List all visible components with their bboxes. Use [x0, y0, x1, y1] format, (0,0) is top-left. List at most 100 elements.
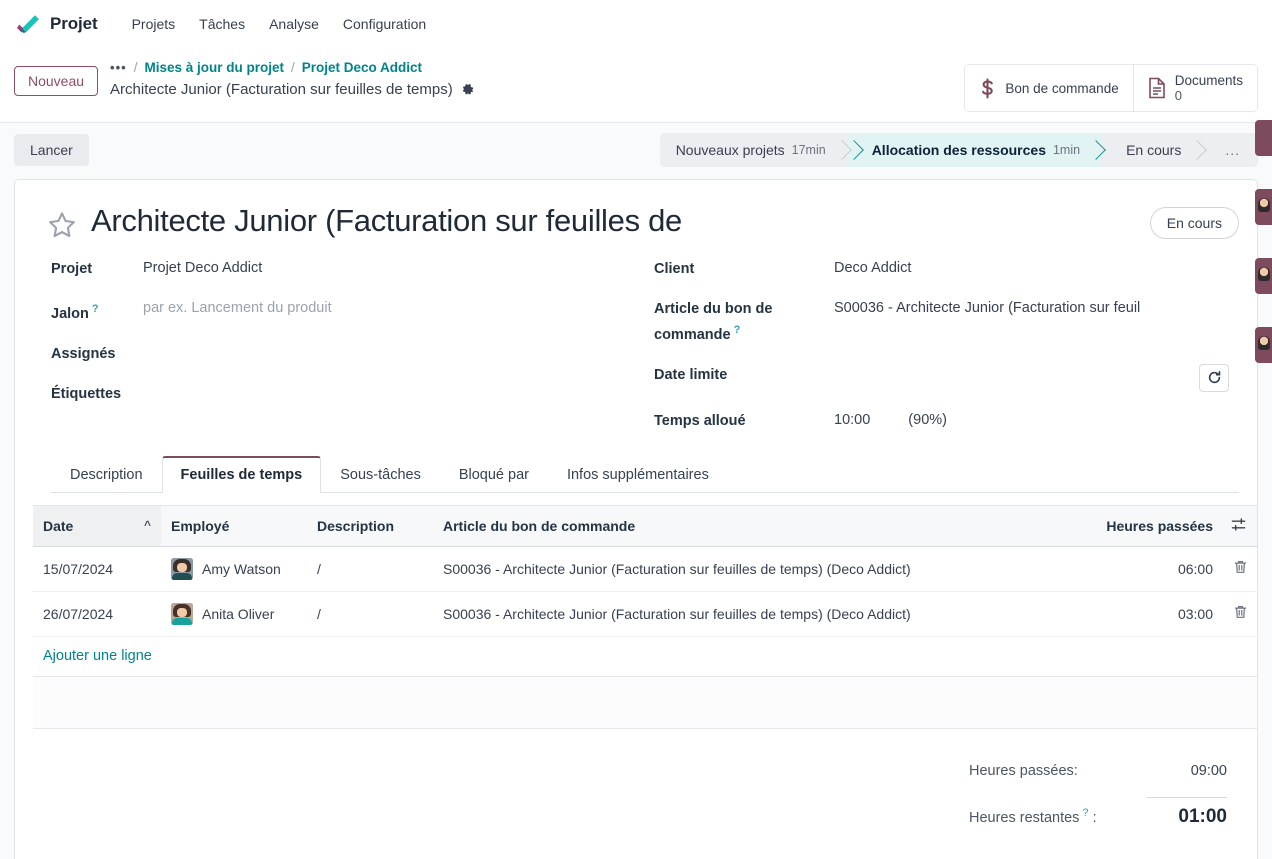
tab-infos-supplementaires[interactable]: Infos supplémentaires	[548, 456, 728, 493]
total-hours-remaining-row: Heures restantes? : 01:00	[969, 787, 1227, 836]
tab-feuilles-de-temps[interactable]: Feuilles de temps	[161, 455, 322, 493]
sheet-wrapper: Architecte Junior (Facturation sur feuil…	[0, 179, 1272, 859]
totals-box: Heures passées: 09:00 Heures restantes? …	[969, 755, 1227, 836]
total-hours-remaining-suffix: :	[1092, 809, 1097, 826]
employee-avatar	[171, 602, 193, 625]
cell-description[interactable]: /	[307, 591, 433, 637]
field-jalon-input[interactable]: par ex. Lancement du produit	[143, 298, 640, 319]
cell-hours[interactable]: 03:00	[1083, 591, 1223, 637]
field-client-label: Client	[654, 261, 695, 277]
breadcrumb-links: ••• / Mises à jour du projet / Projet De…	[110, 58, 475, 78]
help-icon-sale-order-line[interactable]: ?	[734, 324, 741, 336]
top-navbar: Projet Projets Tâches Analyse Configurat…	[0, 0, 1272, 48]
stat-button-documents[interactable]: Documents 0	[1134, 65, 1257, 111]
start-button[interactable]: Lancer	[14, 134, 89, 166]
column-options-button[interactable]	[1223, 504, 1257, 547]
delete-row-button[interactable]	[1223, 591, 1257, 637]
app-name[interactable]: Projet	[50, 14, 98, 34]
add-line-button[interactable]: Ajouter une ligne	[43, 648, 152, 664]
breadcrumb-overflow-icon[interactable]: •••	[110, 58, 127, 78]
cell-hours[interactable]: 06:00	[1083, 546, 1223, 592]
gear-icon[interactable]	[461, 83, 475, 97]
page-title: Architecte Junior (Facturation sur feuil…	[91, 203, 682, 238]
field-sale-order-line-value[interactable]: S00036 - Architecte Junior (Facturation …	[834, 298, 1229, 319]
cell-sale-line[interactable]: S00036 - Architecte Junior (Facturation …	[433, 546, 1083, 592]
timesheet-table: Date ^ Employé Description Article du bo…	[33, 504, 1257, 729]
status-badge[interactable]: En cours	[1149, 207, 1239, 239]
stage-nouveaux-projets-time: 17min	[791, 143, 826, 157]
help-icon-jalon[interactable]: ?	[92, 303, 99, 315]
breadcrumb-separator-2: /	[291, 60, 295, 75]
stat-button-group: Bon de commande Documents 0	[964, 64, 1258, 112]
odoo-check-logo-icon[interactable]	[14, 10, 42, 38]
field-jalon: Jalon? par ex. Lancement du produit	[51, 298, 640, 325]
employee-avatar	[171, 557, 193, 580]
stat-button-sale-order[interactable]: Bon de commande	[965, 65, 1134, 111]
field-projet-label: Projet	[51, 261, 93, 277]
cell-sale-line[interactable]: S00036 - Architecte Junior (Facturation …	[433, 591, 1083, 637]
field-date-limite: Date limite	[654, 363, 1229, 392]
tab-sous-taches[interactable]: Sous-tâches	[321, 456, 440, 493]
cell-employee[interactable]: Anita Oliver	[161, 591, 307, 637]
cell-employee-name: Anita Oliver	[202, 605, 275, 622]
stage-allocation-des-ressources[interactable]: Allocation des ressources 1min	[847, 133, 1103, 167]
column-header-description[interactable]: Description	[307, 504, 433, 547]
cell-employee[interactable]: Amy Watson	[161, 546, 307, 592]
timesheet-table-head: Date ^ Employé Description Article du bo…	[33, 504, 1257, 547]
cell-employee-name: Amy Watson	[202, 560, 281, 577]
tab-bloque-par[interactable]: Bloqué par	[440, 456, 548, 493]
field-client-value[interactable]: Deco Addict	[834, 258, 1229, 279]
field-client: Client Deco Addict	[654, 258, 1229, 280]
notebook: Description Feuilles de temps Sous-tâche…	[33, 455, 1257, 836]
table-row[interactable]: 26/07/2024 Anita Oliver / S00036 - Archi…	[33, 591, 1257, 637]
star-icon[interactable]	[47, 210, 77, 240]
record-title-row: Architecte Junior (Facturation sur feuil…	[33, 202, 1239, 240]
menu-item-analyse[interactable]: Analyse	[257, 10, 331, 38]
employee-cell: Amy Watson	[171, 557, 297, 580]
menu-item-configuration[interactable]: Configuration	[331, 10, 438, 38]
stat-button-sale-order-label: Bon de commande	[1005, 80, 1119, 96]
refresh-button[interactable]	[1199, 363, 1229, 392]
menu-item-taches[interactable]: Tâches	[187, 10, 257, 38]
stat-button-documents-text: Documents 0	[1175, 73, 1243, 103]
chatter-follower-avatar-1[interactable]	[1255, 189, 1272, 225]
cell-date[interactable]: 26/07/2024	[33, 591, 161, 637]
delete-row-button[interactable]	[1223, 546, 1257, 592]
stage-allocation-des-ressources-label: Allocation des ressources	[871, 142, 1046, 158]
stat-button-sale-order-text: Bon de commande	[1005, 81, 1118, 96]
field-projet: Projet Projet Deco Addict	[51, 258, 640, 280]
table-row[interactable]: 15/07/2024 Amy Watson / S00036 - Archite…	[33, 546, 1257, 592]
field-sale-order-line-label: Article du bon de commande?	[654, 298, 834, 346]
field-temps-alloue-value[interactable]: 10:00	[834, 410, 870, 431]
stage-en-cours[interactable]: En cours	[1102, 133, 1203, 167]
field-projet-value[interactable]: Projet Deco Addict	[143, 258, 640, 279]
help-icon-remaining-hours[interactable]: ?	[1082, 807, 1088, 819]
column-header-date[interactable]: Date ^	[33, 504, 161, 547]
column-header-sale-line[interactable]: Article du bon de commande	[433, 504, 1083, 547]
field-jalon-label-text: Jalon	[51, 305, 89, 322]
cell-description[interactable]: /	[307, 546, 433, 592]
stage-more-button[interactable]: ...	[1203, 133, 1258, 167]
field-etiquettes: Étiquettes	[51, 383, 640, 405]
field-temps-alloue-value-group: 10:00 (90%)	[834, 410, 1229, 431]
dollar-icon	[979, 77, 996, 99]
column-header-hours[interactable]: Heures passées	[1083, 504, 1223, 547]
field-assignes-label: Assignés	[51, 345, 116, 362]
field-column-right: Client Deco Addict Article du bon de com…	[640, 258, 1229, 450]
trash-icon	[1234, 606, 1246, 619]
table-filler-cell	[33, 676, 1257, 729]
timesheet-totals: Heures passées: 09:00 Heures restantes? …	[51, 729, 1239, 836]
breadcrumb-link-project[interactable]: Projet Deco Addict	[302, 58, 422, 78]
column-header-employee[interactable]: Employé	[161, 504, 307, 547]
breadcrumb-link-project-updates[interactable]: Mises à jour du projet	[144, 58, 284, 78]
chatter-follower-avatar-3[interactable]	[1255, 327, 1272, 363]
stage-nouveaux-projets[interactable]: Nouveaux projets 17min	[660, 133, 848, 167]
new-button[interactable]: Nouveau	[14, 66, 99, 96]
chatter-rail-chip[interactable]	[1255, 120, 1272, 156]
cell-date[interactable]: 15/07/2024	[33, 546, 161, 592]
menu-item-projets[interactable]: Projets	[120, 10, 188, 38]
chatter-follower-avatar-2[interactable]	[1255, 258, 1272, 294]
tab-description[interactable]: Description	[51, 456, 162, 493]
field-grid: Projet Projet Deco Addict Jalon? par ex.…	[33, 258, 1239, 450]
total-hours-spent-label: Heures passées:	[969, 762, 1078, 779]
